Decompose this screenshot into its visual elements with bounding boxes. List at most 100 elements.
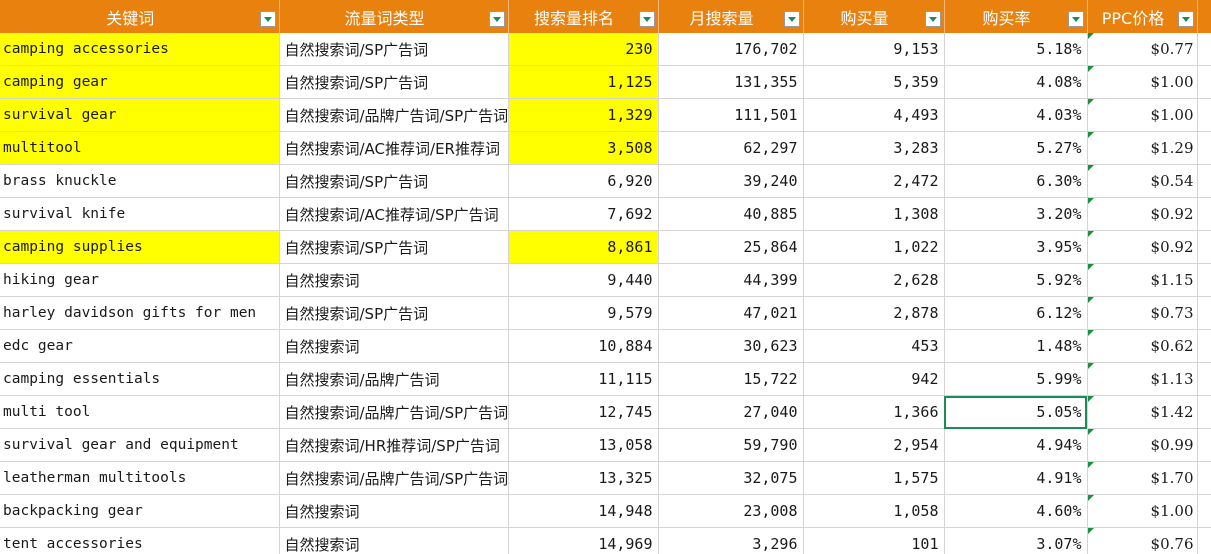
filter-dropdown-icon[interactable] — [783, 11, 800, 27]
empty-cell[interactable] — [1197, 131, 1211, 165]
monthly-searches-cell[interactable]: 30,623 — [658, 329, 804, 363]
traffic-type-cell[interactable]: 自然搜索词/AC推荐词/ER推荐词 — [279, 131, 509, 165]
purchase-rate-cell[interactable]: 5.05% — [944, 395, 1088, 429]
purchases-cell[interactable]: 101 — [803, 527, 945, 554]
keyword-cell[interactable]: camping essentials — [0, 362, 280, 396]
purchase-rate-cell[interactable]: 4.60% — [944, 494, 1088, 528]
purchases-cell[interactable]: 1,366 — [803, 395, 945, 429]
search-rank-cell[interactable]: 1,125 — [508, 65, 659, 99]
search-rank-cell[interactable]: 1,329 — [508, 98, 659, 132]
monthly-searches-cell[interactable]: 32,075 — [658, 461, 804, 495]
keyword-cell[interactable]: camping supplies — [0, 230, 280, 264]
purchases-cell[interactable]: 2,628 — [803, 263, 945, 297]
purchases-cell[interactable]: 9,153 — [803, 33, 945, 66]
empty-cell[interactable] — [1197, 461, 1211, 495]
traffic-type-cell[interactable]: 自然搜索词/AC推荐词/SP广告词 — [279, 197, 509, 231]
ppc-price-cell[interactable]: $0.92 — [1087, 230, 1198, 264]
search-rank-cell[interactable]: 13,058 — [508, 428, 659, 462]
monthly-searches-cell[interactable]: 3,296 — [658, 527, 804, 554]
empty-cell[interactable] — [1197, 263, 1211, 297]
empty-cell[interactable] — [1197, 428, 1211, 462]
purchases-cell[interactable]: 2,472 — [803, 164, 945, 198]
purchase-rate-cell[interactable]: 5.92% — [944, 263, 1088, 297]
empty-cell[interactable] — [1197, 197, 1211, 231]
traffic-type-cell[interactable]: 自然搜索词 — [279, 494, 509, 528]
search-rank-cell[interactable]: 3,508 — [508, 131, 659, 165]
ppc-price-cell[interactable]: $0.54 — [1087, 164, 1198, 198]
keyword-cell[interactable]: camping gear — [0, 65, 280, 99]
monthly-searches-cell[interactable]: 111,501 — [658, 98, 804, 132]
ppc-price-cell[interactable]: $1.00 — [1087, 98, 1198, 132]
purchases-cell[interactable]: 1,575 — [803, 461, 945, 495]
keyword-cell[interactable]: survival gear — [0, 98, 280, 132]
keyword-cell[interactable]: leatherman multitools — [0, 461, 280, 495]
purchase-rate-cell[interactable]: 4.08% — [944, 65, 1088, 99]
purchase-rate-cell[interactable]: 1.48% — [944, 329, 1088, 363]
ppc-price-cell[interactable]: $0.99 — [1087, 428, 1198, 462]
traffic-type-cell[interactable]: 自然搜索词/HR推荐词/SP广告词 — [279, 428, 509, 462]
keyword-cell[interactable]: backpacking gear — [0, 494, 280, 528]
header-search-rank[interactable]: 搜索量排名 — [508, 0, 659, 33]
purchase-rate-cell[interactable]: 4.94% — [944, 428, 1088, 462]
keyword-cell[interactable]: survival knife — [0, 197, 280, 231]
empty-cell[interactable] — [1197, 494, 1211, 528]
purchases-cell[interactable]: 2,954 — [803, 428, 945, 462]
ppc-price-cell[interactable]: $1.42 — [1087, 395, 1198, 429]
monthly-searches-cell[interactable]: 15,722 — [658, 362, 804, 396]
search-rank-cell[interactable]: 12,745 — [508, 395, 659, 429]
ppc-price-cell[interactable]: $1.29 — [1087, 131, 1198, 165]
purchase-rate-cell[interactable]: 6.12% — [944, 296, 1088, 330]
purchase-rate-cell[interactable]: 3.07% — [944, 527, 1088, 554]
traffic-type-cell[interactable]: 自然搜索词/品牌广告词 — [279, 362, 509, 396]
ppc-price-cell[interactable]: $1.00 — [1087, 494, 1198, 528]
empty-cell[interactable] — [1197, 65, 1211, 99]
traffic-type-cell[interactable]: 自然搜索词/品牌广告词/SP广告词 — [279, 98, 509, 132]
purchase-rate-cell[interactable]: 5.99% — [944, 362, 1088, 396]
header-keyword[interactable]: 关键词 — [0, 0, 280, 33]
empty-cell[interactable] — [1197, 98, 1211, 132]
search-rank-cell[interactable]: 13,325 — [508, 461, 659, 495]
search-rank-cell[interactable]: 14,969 — [508, 527, 659, 554]
filter-dropdown-icon[interactable] — [1067, 11, 1084, 27]
ppc-price-cell[interactable]: $0.77 — [1087, 33, 1198, 66]
keyword-cell[interactable]: edc gear — [0, 329, 280, 363]
traffic-type-cell[interactable]: 自然搜索词/SP广告词 — [279, 296, 509, 330]
keyword-cell[interactable]: camping accessories — [0, 33, 280, 66]
header-empty[interactable] — [1197, 0, 1211, 33]
traffic-type-cell[interactable]: 自然搜索词/SP广告词 — [279, 33, 509, 66]
search-rank-cell[interactable]: 7,692 — [508, 197, 659, 231]
keyword-cell[interactable]: survival gear and equipment — [0, 428, 280, 462]
ppc-price-cell[interactable]: $0.73 — [1087, 296, 1198, 330]
ppc-price-cell[interactable]: $1.00 — [1087, 65, 1198, 99]
empty-cell[interactable] — [1197, 164, 1211, 198]
empty-cell[interactable] — [1197, 362, 1211, 396]
traffic-type-cell[interactable]: 自然搜索词/品牌广告词/SP广告词 — [279, 395, 509, 429]
purchases-cell[interactable]: 1,308 — [803, 197, 945, 231]
purchases-cell[interactable]: 453 — [803, 329, 945, 363]
purchase-rate-cell[interactable]: 6.30% — [944, 164, 1088, 198]
purchase-rate-cell[interactable]: 4.91% — [944, 461, 1088, 495]
search-rank-cell[interactable]: 9,440 — [508, 263, 659, 297]
monthly-searches-cell[interactable]: 40,885 — [658, 197, 804, 231]
purchases-cell[interactable]: 1,058 — [803, 494, 945, 528]
empty-cell[interactable] — [1197, 33, 1211, 66]
ppc-price-cell[interactable]: $1.13 — [1087, 362, 1198, 396]
filter-dropdown-icon[interactable] — [638, 11, 655, 27]
filter-dropdown-icon[interactable] — [1177, 11, 1194, 27]
purchase-rate-cell[interactable]: 5.18% — [944, 33, 1088, 66]
monthly-searches-cell[interactable]: 23,008 — [658, 494, 804, 528]
empty-cell[interactable] — [1197, 395, 1211, 429]
ppc-price-cell[interactable]: $1.70 — [1087, 461, 1198, 495]
monthly-searches-cell[interactable]: 176,702 — [658, 33, 804, 66]
purchases-cell[interactable]: 5,359 — [803, 65, 945, 99]
header-ppc-price[interactable]: PPC价格 — [1087, 0, 1198, 33]
header-purchases[interactable]: 购买量 — [803, 0, 945, 33]
monthly-searches-cell[interactable]: 44,399 — [658, 263, 804, 297]
monthly-searches-cell[interactable]: 27,040 — [658, 395, 804, 429]
purchase-rate-cell[interactable]: 5.27% — [944, 131, 1088, 165]
purchase-rate-cell[interactable]: 3.20% — [944, 197, 1088, 231]
keyword-cell[interactable]: multi tool — [0, 395, 280, 429]
traffic-type-cell[interactable]: 自然搜索词 — [279, 527, 509, 554]
keyword-cell[interactable]: multitool — [0, 131, 280, 165]
keyword-cell[interactable]: hiking gear — [0, 263, 280, 297]
